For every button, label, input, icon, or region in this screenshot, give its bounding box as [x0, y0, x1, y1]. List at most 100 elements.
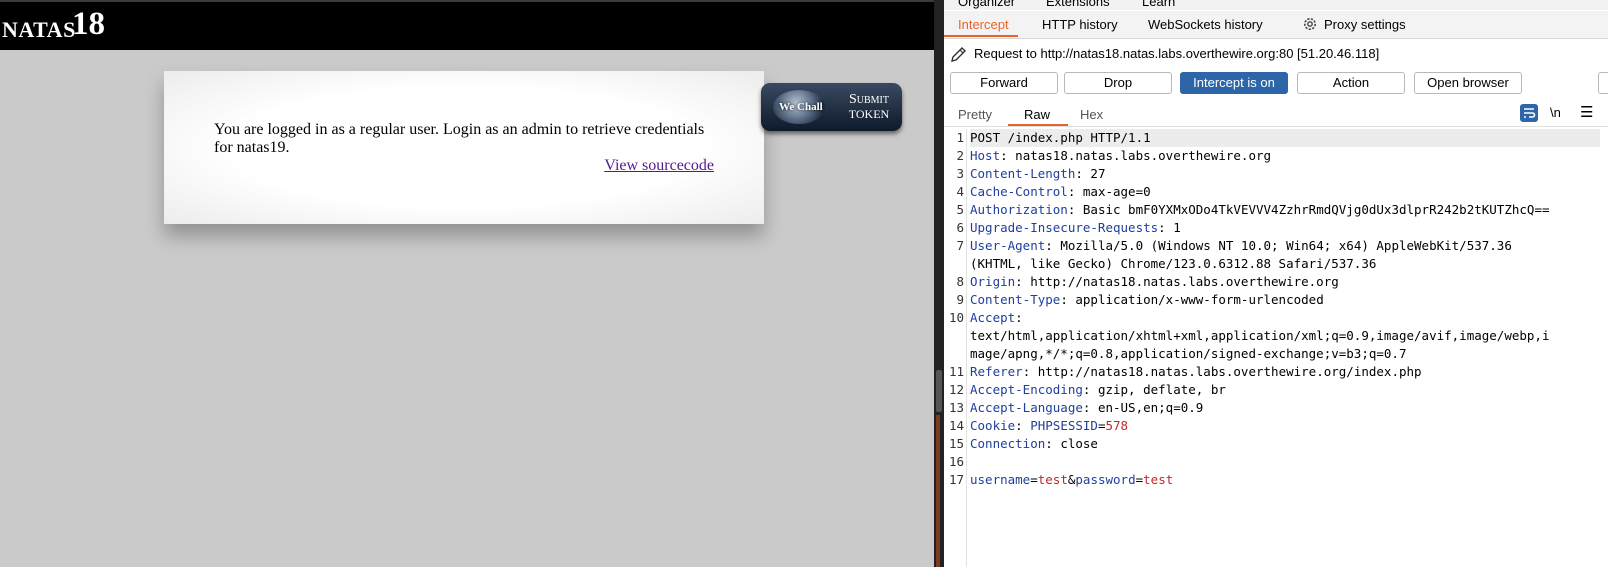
- tab-http-history[interactable]: HTTP history: [1042, 17, 1118, 32]
- header-line-user-agent: User-Agent: Mozilla/5.0 (Windows NT 10.0…: [970, 238, 1512, 253]
- param-key: password: [1075, 472, 1136, 487]
- header-line-accept-wrap-2: mage/apng,*/*;q=0.8,application/signed-e…: [970, 346, 1407, 361]
- header-line-content-length: Content-Length: 27: [970, 166, 1106, 181]
- top-tabs: Organizer Extensions Learn: [944, 0, 1608, 10]
- burp-proxy-panel: Organizer Extensions Learn Intercept HTT…: [944, 0, 1608, 567]
- header-name: Content-Length: [970, 166, 1076, 181]
- line-number: 15: [948, 436, 964, 451]
- header-value: natas18.natas.labs.overthewire.org: [1007, 148, 1272, 163]
- gear-icon[interactable]: [1302, 16, 1318, 32]
- header-prefix: NATAS: [2, 17, 76, 42]
- pencil-icon[interactable]: [950, 46, 968, 63]
- intercept-toggle-button[interactable]: Intercept is on: [1180, 72, 1288, 94]
- header-name: Upgrade-Insecure-Requests: [970, 220, 1159, 235]
- open-browser-button[interactable]: Open browser: [1414, 72, 1522, 94]
- header-name: Connection: [970, 436, 1046, 451]
- view-sourcecode-link[interactable]: View sourcecode: [604, 157, 714, 175]
- overflow-button[interactable]: [1598, 72, 1608, 94]
- header-name: Origin: [970, 274, 1016, 289]
- header-value: application/x-www-form-urlencoded: [1067, 292, 1324, 307]
- header-value: en-US,en;q=0.9: [1090, 400, 1204, 415]
- tab-intercept[interactable]: Intercept: [958, 17, 1009, 32]
- tab-pretty[interactable]: Pretty: [958, 107, 992, 122]
- line-number: 16: [948, 454, 964, 469]
- line-number: 1: [956, 130, 964, 145]
- proxy-sub-tabs: Intercept HTTP history WebSockets histor…: [944, 11, 1608, 39]
- header-name: Cookie: [970, 418, 1016, 433]
- header-line-accept-language: Accept-Language: en-US,en;q=0.9: [970, 400, 1204, 415]
- tab-learn[interactable]: Learn: [1142, 0, 1175, 9]
- tab-organizer[interactable]: Organizer: [958, 0, 1015, 9]
- header-line-authorization: Authorization: Basic bmF0YXMxODo4TkVEVVV…: [970, 202, 1550, 217]
- pane-splitter[interactable]: [934, 0, 944, 567]
- header-name: Referer: [970, 364, 1023, 379]
- header-line-upgrade-insecure: Upgrade-Insecure-Requests: 1: [970, 220, 1181, 235]
- submit-token-label: Submit TOKEN: [841, 92, 897, 122]
- cookie-key: PHPSESSID: [1030, 418, 1098, 433]
- header-value: http://natas18.natas.labs.overthewire.or…: [1022, 274, 1339, 289]
- content-card: You are logged in as a regular user. Log…: [164, 71, 764, 224]
- splitter-grip[interactable]: [936, 370, 942, 412]
- wechall-submit-token-button[interactable]: We Chall Submit TOKEN: [761, 83, 902, 131]
- request-target: Request to http://natas18.natas.labs.ove…: [950, 46, 1379, 63]
- header-name: User-Agent: [970, 238, 1046, 253]
- view-tab-underline: [1008, 124, 1068, 126]
- line-number: 14: [948, 418, 964, 433]
- header-line-cookie: Cookie: PHPSESSID=578: [970, 418, 1129, 433]
- header-line-content-type: Content-Type: application/x-www-form-url…: [970, 292, 1324, 307]
- tab-hex[interactable]: Hex: [1080, 107, 1103, 122]
- header-value: Basic bmF0YXMxODo4TkVEVVV4ZzhrRmdQVjg0dU…: [1075, 202, 1550, 217]
- header-name: Host: [970, 148, 1001, 163]
- header-line-referer: Referer: http://natas18.natas.labs.overt…: [970, 364, 1422, 379]
- tab-extensions[interactable]: Extensions: [1046, 0, 1110, 9]
- cookie-value: 578: [1105, 418, 1129, 433]
- action-button[interactable]: Action: [1297, 72, 1405, 94]
- header-line-cache-control: Cache-Control: max-age=0: [970, 184, 1151, 199]
- header-line-accept-wrap-1: text/html,application/xhtml+xml,applicat…: [970, 328, 1550, 343]
- natas-header: NATAS 18: [0, 2, 934, 50]
- line-number: 7: [956, 238, 964, 253]
- header-line-connection: Connection: close: [970, 436, 1098, 451]
- param-value: test: [1037, 472, 1068, 487]
- line-number-gutter: 1 2 3 4 5 6 7 8 9 10 11 12 13 14 15 16 1…: [944, 129, 967, 567]
- header-value: gzip, deflate, br: [1090, 382, 1226, 397]
- line-number: 17: [948, 472, 964, 487]
- header-value: 1: [1165, 220, 1181, 235]
- line-number: 6: [956, 220, 964, 235]
- header-name: Authorization: [970, 202, 1068, 217]
- param-key: username: [970, 472, 1031, 487]
- wechall-logo-text: We Chall: [779, 101, 823, 113]
- header-line-host: Host: natas18.natas.labs.overthewire.org: [970, 148, 1272, 163]
- header-value: 27: [1082, 166, 1106, 181]
- request-body: username=test&password=test: [970, 472, 1174, 487]
- line-number: 2: [956, 148, 964, 163]
- active-tab-underline: [944, 35, 1018, 37]
- line-number: 13: [948, 400, 964, 415]
- line-number: 4: [956, 184, 964, 199]
- proxy-settings-button[interactable]: Proxy settings: [1324, 17, 1406, 32]
- menu-icon[interactable]: ☰: [1580, 103, 1593, 121]
- login-message: You are logged in as a regular user. Log…: [214, 121, 705, 156]
- splitter-accent: [936, 415, 940, 567]
- forward-button[interactable]: Forward: [950, 72, 1058, 94]
- header-line-origin: Origin: http://natas18.natas.labs.overth…: [970, 274, 1339, 289]
- drop-button[interactable]: Drop: [1064, 72, 1172, 94]
- token-label: TOKEN: [848, 107, 890, 121]
- intercept-toolbar: Forward Drop Intercept is on Action Open…: [944, 70, 1608, 96]
- line-number: 10: [948, 310, 964, 325]
- header-value: max-age=0: [1075, 184, 1151, 199]
- newline-toggle[interactable]: \n: [1550, 105, 1561, 120]
- header-number: 18: [72, 6, 105, 42]
- tab-raw[interactable]: Raw: [1024, 107, 1050, 122]
- raw-request-editor[interactable]: 1 2 3 4 5 6 7 8 9 10 11 12 13 14 15 16 1…: [944, 129, 1608, 567]
- header-line-accept: Accept:: [970, 310, 1023, 325]
- word-wrap-icon[interactable]: [1520, 104, 1538, 122]
- tab-websockets-history[interactable]: WebSockets history: [1148, 17, 1263, 32]
- line-number: 8: [956, 274, 964, 289]
- line-number: 9: [956, 292, 964, 307]
- header-name: Accept-Language: [970, 400, 1083, 415]
- header-name: Content-Type: [970, 292, 1061, 307]
- request-target-text: Request to http://natas18.natas.labs.ove…: [974, 46, 1380, 61]
- header-line-accept-encoding: Accept-Encoding: gzip, deflate, br: [970, 382, 1226, 397]
- submit-label: Submit: [848, 92, 889, 107]
